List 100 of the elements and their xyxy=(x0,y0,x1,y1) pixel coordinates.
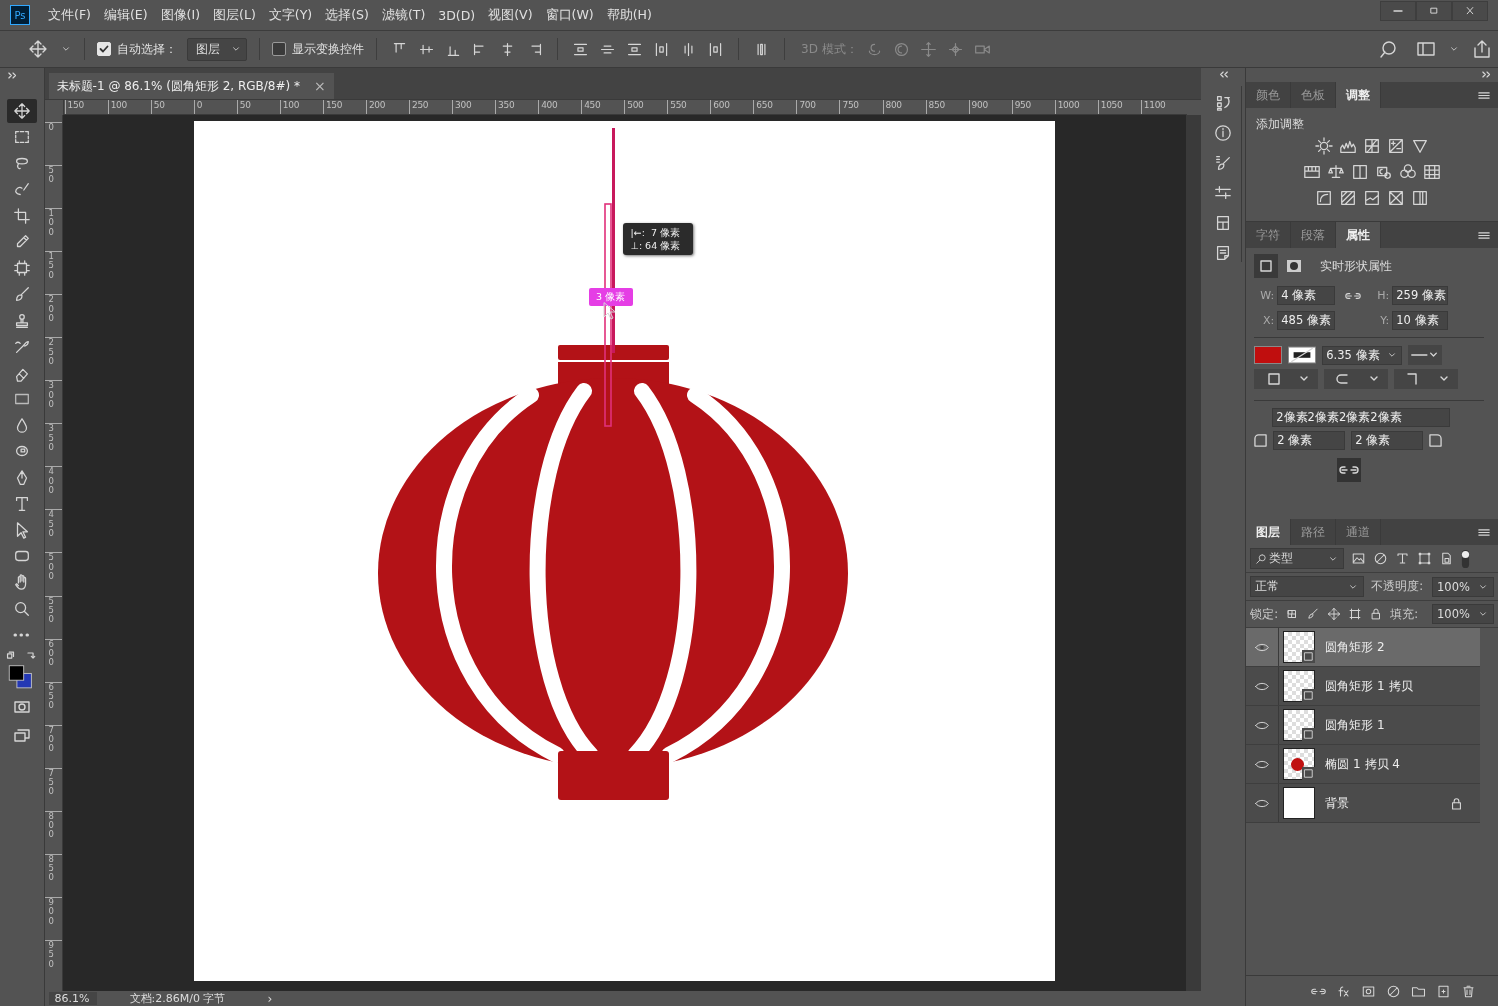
eye-icon[interactable] xyxy=(1255,681,1270,691)
menu-item[interactable]: 图像(I) xyxy=(160,6,201,24)
panel-tab[interactable]: 属性 xyxy=(1336,222,1382,248)
mask-icon[interactable] xyxy=(1361,983,1376,999)
corner-radii-field[interactable]: 2像素2像素2像素2像素 xyxy=(1272,408,1451,427)
expand-icon[interactable] xyxy=(8,72,18,79)
panel-tab[interactable]: 路径 xyxy=(1291,519,1337,545)
search-icon[interactable] xyxy=(1378,39,1398,59)
eye-icon[interactable] xyxy=(1255,720,1270,730)
threshold-icon[interactable] xyxy=(1363,189,1382,207)
menu-item[interactable]: 滤镜(T) xyxy=(381,6,426,24)
panel-tab[interactable]: 字符 xyxy=(1246,222,1292,248)
canvas-page[interactable]: |←: 7 像素 ⊥: 64 像素 3 像素 xyxy=(193,121,1055,981)
panel-tab[interactable]: 调整 xyxy=(1336,82,1382,108)
layer-row[interactable]: 椭圆 1 拷贝 4 xyxy=(1246,745,1481,784)
menu-item[interactable]: 图层(L) xyxy=(213,6,256,24)
menu-item[interactable]: 文字(Y) xyxy=(268,6,313,24)
shape-properties-icon[interactable] xyxy=(1254,254,1279,278)
menu-icon[interactable] xyxy=(1478,230,1490,240)
minimize-button[interactable] xyxy=(1380,1,1416,21)
share-icon[interactable] xyxy=(1472,39,1492,59)
opacity-field[interactable]: 100% xyxy=(1432,576,1494,597)
layer-row[interactable]: 背景 xyxy=(1246,784,1481,823)
trash-icon[interactable] xyxy=(1461,983,1476,999)
eye-icon[interactable] xyxy=(1255,798,1270,808)
corner-style-dropdown[interactable] xyxy=(1394,369,1459,389)
workspace-icon[interactable] xyxy=(1416,39,1436,59)
eye-icon[interactable] xyxy=(1255,759,1270,769)
stroke-swatch[interactable] xyxy=(1288,346,1317,364)
input-field[interactable]: 259 像素 xyxy=(1392,286,1449,305)
fill-field[interactable]: 100% xyxy=(1432,604,1494,624)
triangle-icon[interactable] xyxy=(1411,137,1430,155)
menu-item[interactable]: 选择(S) xyxy=(325,6,369,24)
brightness-icon[interactable] xyxy=(1315,137,1334,155)
align-icon[interactable] xyxy=(653,40,670,58)
hourglass-icon[interactable] xyxy=(1387,189,1406,207)
menu-icon[interactable] xyxy=(1478,90,1490,100)
circles-icon[interactable] xyxy=(1399,163,1418,181)
panel-tab[interactable]: 颜色 xyxy=(1246,82,1292,108)
menu-item[interactable]: 帮助(H) xyxy=(606,6,652,24)
zoom-field[interactable]: 86.1% xyxy=(48,992,97,1005)
cap-style-dropdown[interactable] xyxy=(1324,369,1389,389)
filter-toggle[interactable] xyxy=(1461,548,1471,569)
menu-item[interactable]: 编辑(E) xyxy=(103,6,148,24)
status-menu-arrow[interactable]: › xyxy=(267,991,273,1006)
grid-icon[interactable] xyxy=(1423,163,1442,181)
menu-item[interactable]: 窗口(W) xyxy=(545,6,594,24)
panel-tab[interactable]: 通道 xyxy=(1336,519,1382,545)
checkbox[interactable] xyxy=(272,42,286,56)
type-icon[interactable] xyxy=(1395,551,1411,566)
layer-row[interactable]: 圆角矩形 2 xyxy=(1246,628,1481,667)
adjustment-icon[interactable] xyxy=(1373,551,1389,566)
stripes-icon[interactable] xyxy=(1339,189,1358,207)
panel-tab[interactable]: 图层 xyxy=(1246,519,1292,545)
image-icon[interactable] xyxy=(1351,551,1367,566)
lantern-drawing[interactable] xyxy=(377,345,848,800)
layer-dropdown[interactable]: 图层 xyxy=(187,37,247,61)
collapse-icon[interactable] xyxy=(1218,71,1229,78)
shape-icon[interactable] xyxy=(1417,551,1433,566)
document-tab[interactable]: 未标题-1 @ 86.1% (圆角矩形 2, RGB/8#) * × xyxy=(48,73,334,99)
move-icon[interactable] xyxy=(1327,607,1342,621)
expand-icon[interactable] xyxy=(1482,71,1492,78)
stroke-width-dropdown[interactable]: 6.35 像素 xyxy=(1322,345,1402,365)
blend-mode-dropdown[interactable]: 正常 xyxy=(1250,576,1365,597)
close-button[interactable] xyxy=(1452,1,1488,21)
input-field[interactable]: 485 像素 xyxy=(1277,311,1336,330)
brush-icon[interactable] xyxy=(1306,607,1321,621)
tool-button[interactable] xyxy=(6,99,37,123)
layer-row[interactable]: 圆角矩形 1 拷贝 xyxy=(1246,667,1481,706)
line-style-dropdown[interactable] xyxy=(1407,345,1442,365)
artboard-icon[interactable] xyxy=(1348,607,1363,621)
move-icon[interactable] xyxy=(28,39,48,59)
input-field[interactable]: 2 像素 xyxy=(1273,431,1346,450)
gradient-map-icon[interactable] xyxy=(1411,189,1430,207)
input-field[interactable]: 10 像素 xyxy=(1392,311,1449,330)
fill-swatch[interactable] xyxy=(1254,346,1283,364)
menu-item[interactable]: 视图(V) xyxy=(488,6,533,24)
info-icon[interactable] xyxy=(1213,124,1232,142)
eye-icon[interactable] xyxy=(1255,642,1270,652)
hue-bars-icon[interactable] xyxy=(1303,163,1322,181)
brush-presets-icon[interactable] xyxy=(1213,154,1232,172)
input-field[interactable]: 4 像素 xyxy=(1277,286,1336,305)
curves-icon[interactable] xyxy=(1363,137,1382,155)
menu-icon[interactable] xyxy=(1478,527,1490,537)
layer-row[interactable]: 圆角矩形 1 xyxy=(1246,706,1481,745)
app-logo[interactable]: Ps xyxy=(10,5,30,25)
adjustment-icon[interactable] xyxy=(1386,983,1401,999)
maximize-button[interactable] xyxy=(1416,1,1452,21)
menu-item[interactable]: 文件(F) xyxy=(48,6,91,24)
tab-close[interactable]: × xyxy=(314,78,326,94)
align-stroke-dropdown[interactable] xyxy=(1254,369,1319,389)
input-field[interactable]: 2 像素 xyxy=(1351,431,1424,450)
new-layer-icon[interactable] xyxy=(1436,983,1451,999)
filter-dropdown[interactable]: 类型 xyxy=(1250,548,1345,569)
invert-icon[interactable] xyxy=(1315,189,1334,207)
sliders-icon[interactable] xyxy=(1213,184,1232,202)
exposure-icon[interactable] xyxy=(1387,137,1406,155)
align-icon[interactable] xyxy=(707,40,724,58)
menu-item[interactable]: 3D(D) xyxy=(438,7,476,23)
scales-icon[interactable] xyxy=(1327,163,1346,181)
